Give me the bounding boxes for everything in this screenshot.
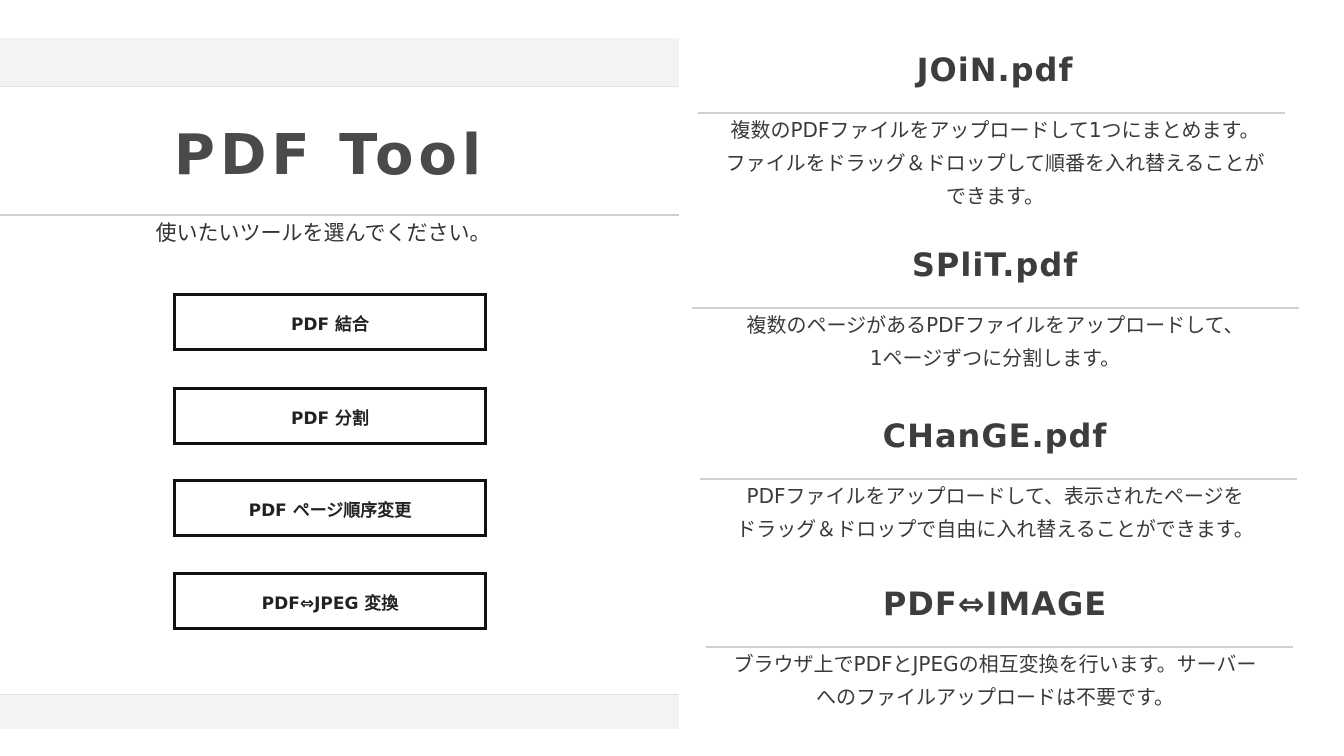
tool-name-join: JOiN.pdf bbox=[916, 51, 1074, 89]
tool-description-line: ドラッグ＆ドロップで自由に入れ替えることができます。 bbox=[736, 517, 1254, 541]
tool-description-image: ブラウザ上でPDFとJPEGの相互変換を行います。サーバー へのファイルアップロ… bbox=[690, 648, 1300, 714]
split-pdf-button-label: PDF 分割 bbox=[290, 408, 370, 429]
join-pdf-button-label: PDF 結合 bbox=[290, 314, 370, 335]
header-band bbox=[0, 38, 679, 87]
tool-description-line: へのファイルアップロードは不要です。 bbox=[816, 685, 1174, 709]
reorder-pages-button[interactable]: PDF ページ順序変更 bbox=[173, 479, 487, 537]
tool-description-split: 複数のページがあるPDFファイルをアップロードして、 1ページずつに分割します。 bbox=[690, 309, 1300, 375]
page: PDF Tool 使いたいツールを選んでください。 PDF 結合 PDF 分割 … bbox=[0, 0, 1344, 756]
split-pdf-button[interactable]: PDF 分割 bbox=[173, 387, 487, 445]
app-title: PDF Tool bbox=[173, 123, 487, 188]
tool-name-split: SPliT.pdf bbox=[911, 246, 1079, 284]
tool-description-line: 複数のページがあるPDFファイルをアップロードして、 bbox=[746, 313, 1244, 337]
footer-band bbox=[0, 694, 679, 729]
tool-description-join: 複数のPDFファイルをアップロードして1つにまとめます。 ファイルをドラッグ＆ド… bbox=[690, 114, 1300, 213]
tool-description-change: PDFファイルをアップロードして、表示されたページを ドラッグ＆ドロップで自由に… bbox=[690, 480, 1300, 546]
tool-description-line: PDFファイルをアップロードして、表示されたページを bbox=[746, 484, 1244, 508]
reorder-pages-button-label: PDF ページ順序変更 bbox=[248, 500, 412, 521]
tool-description-line: 複数のPDFファイルをアップロードして1つにまとめます。 bbox=[730, 118, 1260, 142]
tool-description-line: 1ページずつに分割します。 bbox=[869, 346, 1121, 370]
tool-name-change: CHanGE.pdf bbox=[882, 417, 1108, 455]
tool-name-image: PDF⇔IMAGE bbox=[882, 585, 1108, 623]
tool-description-line: ファイルをドラッグ＆ドロップして順番を入れ替えることが bbox=[725, 151, 1265, 175]
pdf-jpeg-convert-button-label: PDF⇔JPEG 変換 bbox=[261, 593, 399, 614]
tool-description-line: できます。 bbox=[946, 184, 1044, 208]
app-subtitle: 使いたいツールを選んでください。 bbox=[155, 221, 491, 245]
title-divider bbox=[0, 214, 679, 216]
pdf-jpeg-convert-button[interactable]: PDF⇔JPEG 変換 bbox=[173, 572, 487, 630]
tool-description-line: ブラウザ上でPDFとJPEGの相互変換を行います。サーバー bbox=[733, 652, 1257, 676]
join-pdf-button[interactable]: PDF 結合 bbox=[173, 293, 487, 351]
